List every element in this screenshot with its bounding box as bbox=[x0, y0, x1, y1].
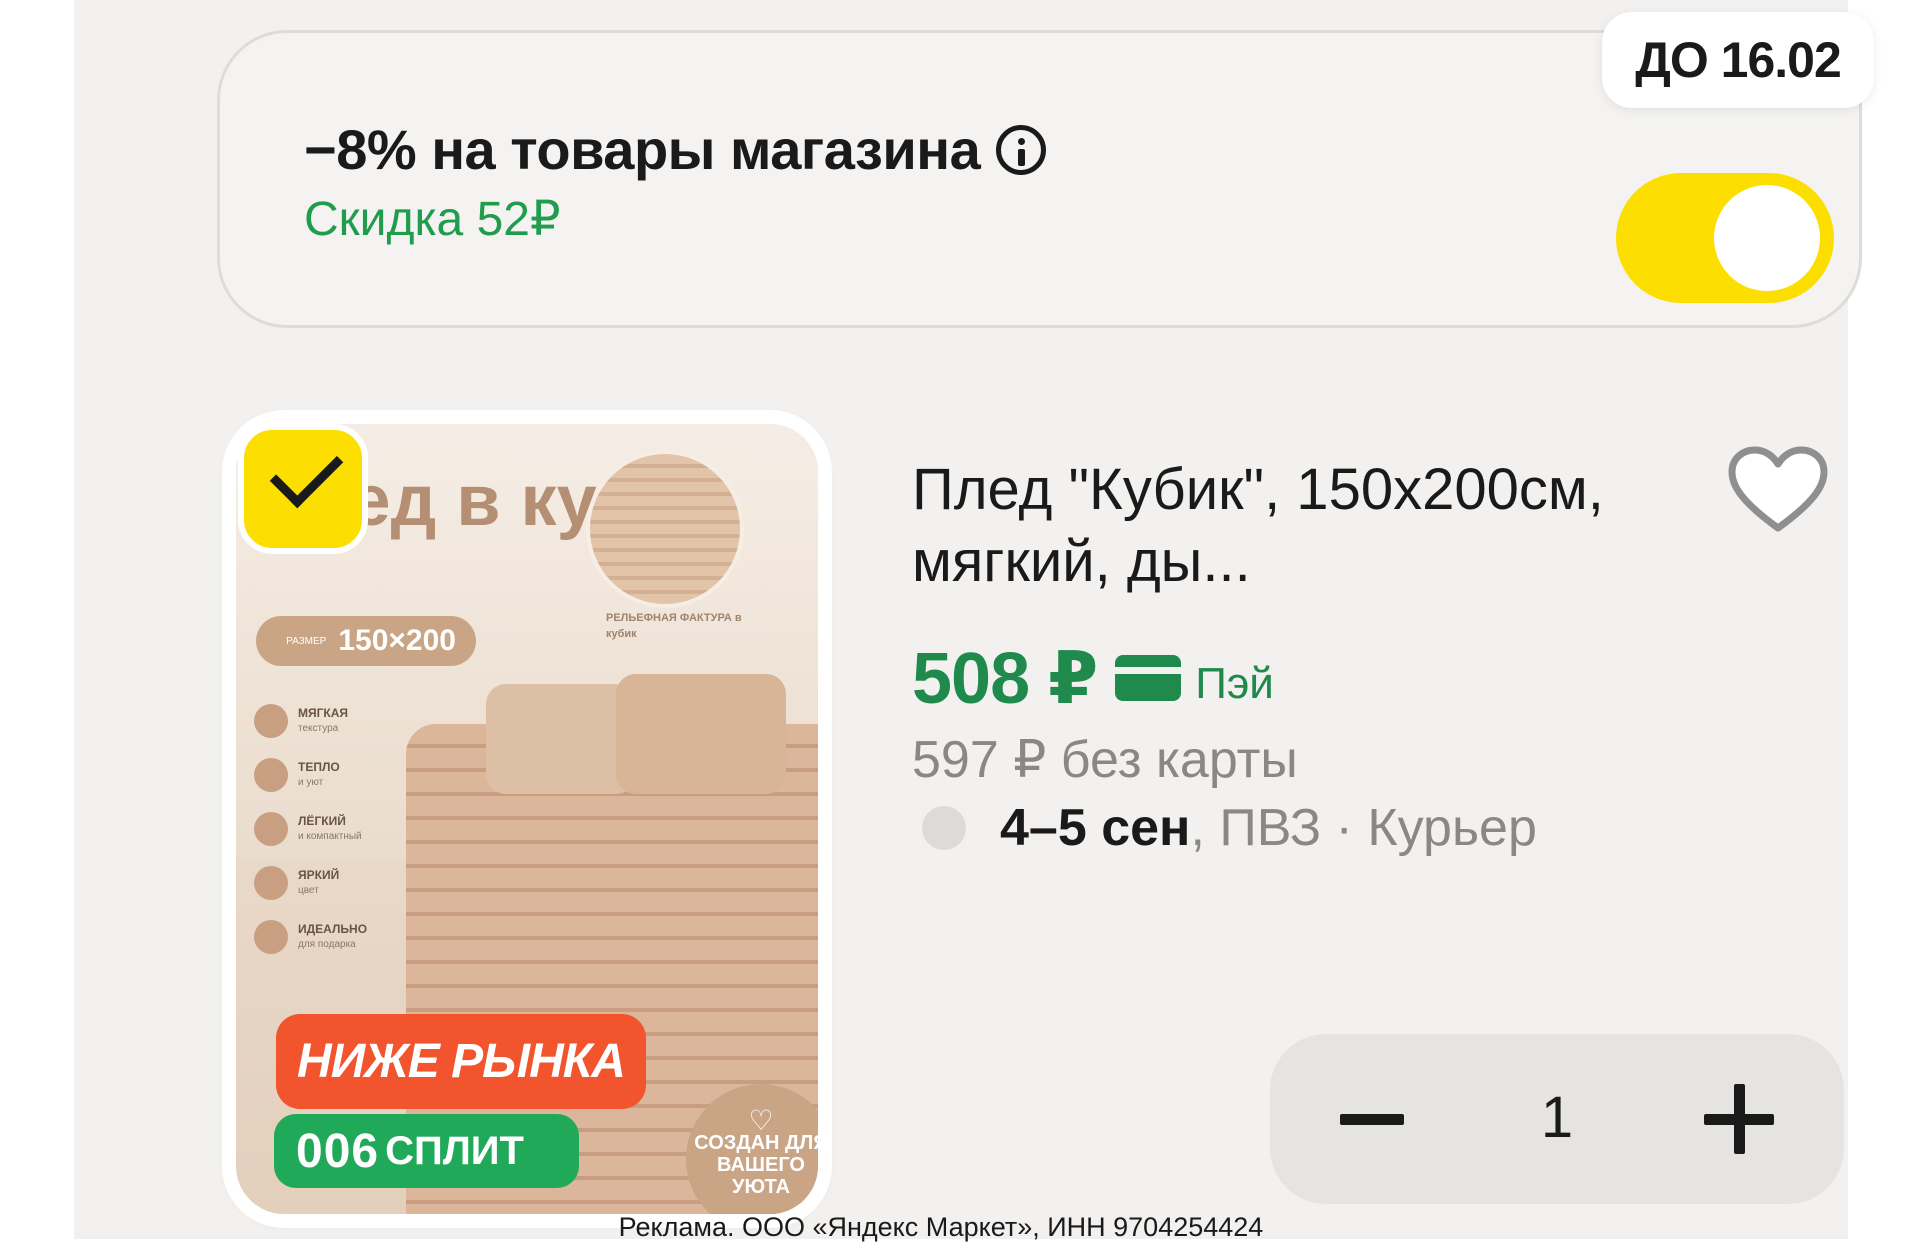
promo-deadline-badge: ДО 16.02 bbox=[1602, 12, 1874, 108]
ad-disclaimer: Реклама. ООО «Яндекс Маркет», ИНН 970425… bbox=[618, 1212, 1264, 1242]
feature-item: ИДЕАЛЬНО для подарка bbox=[254, 920, 367, 954]
heart-icon[interactable] bbox=[1722, 440, 1834, 540]
image-size-pill: РАЗМЕР 150×200 bbox=[256, 616, 476, 666]
heart-outline-icon: ♡ bbox=[748, 1105, 774, 1136]
promo-toggle[interactable] bbox=[1616, 173, 1834, 303]
delivery-methods: , ПВЗ · Курьер bbox=[1190, 799, 1537, 857]
quantity-stepper: 1 bbox=[1270, 1034, 1844, 1204]
info-icon[interactable] bbox=[996, 124, 1047, 175]
feature-item: ЛЁГКИЙ и компактный bbox=[254, 812, 362, 846]
delivery-info: 4–5 сен, ПВЗ · Курьер bbox=[922, 798, 1537, 858]
toggle-knob bbox=[1714, 185, 1820, 291]
promo-title: −8% на товары магазина bbox=[304, 117, 1047, 182]
promo-discount: Скидка 52₽ bbox=[304, 193, 561, 246]
split-badge: 006 СПЛИТ bbox=[274, 1114, 579, 1188]
pay-label: Пэй bbox=[1195, 659, 1274, 708]
delivery-date: 4–5 сен bbox=[1000, 799, 1191, 857]
price-without-card: 597 ₽ без карты bbox=[912, 731, 1298, 789]
feature-item: МЯГКАЯ текстура bbox=[254, 704, 348, 738]
below-market-badge: НИЖЕ РЫНКА bbox=[276, 1014, 646, 1109]
card-price: 508 ₽ bbox=[912, 639, 1098, 719]
promo-title-text: −8% на товары магазина bbox=[304, 118, 981, 181]
product-title[interactable]: Плед "Кубик", 150х200см, мягкий, ды... bbox=[912, 454, 1712, 598]
delivery-status-icon bbox=[922, 806, 966, 850]
texture-swatch bbox=[586, 450, 744, 608]
feature-item: ТЕПЛО и уют bbox=[254, 758, 340, 792]
feature-item: ЯРКИЙ цвет bbox=[254, 866, 339, 900]
card-icon bbox=[1115, 655, 1182, 701]
cart-panel: −8% на товары магазина Скидка 52₽ ДО 16.… bbox=[74, 0, 1874, 1242]
swatch-caption: РЕЛЬЕФНАЯ ФАКТУРА в кубик bbox=[606, 612, 742, 640]
price-row: 508 ₽ Пэй bbox=[912, 636, 1274, 720]
select-checkbox[interactable] bbox=[238, 424, 368, 554]
